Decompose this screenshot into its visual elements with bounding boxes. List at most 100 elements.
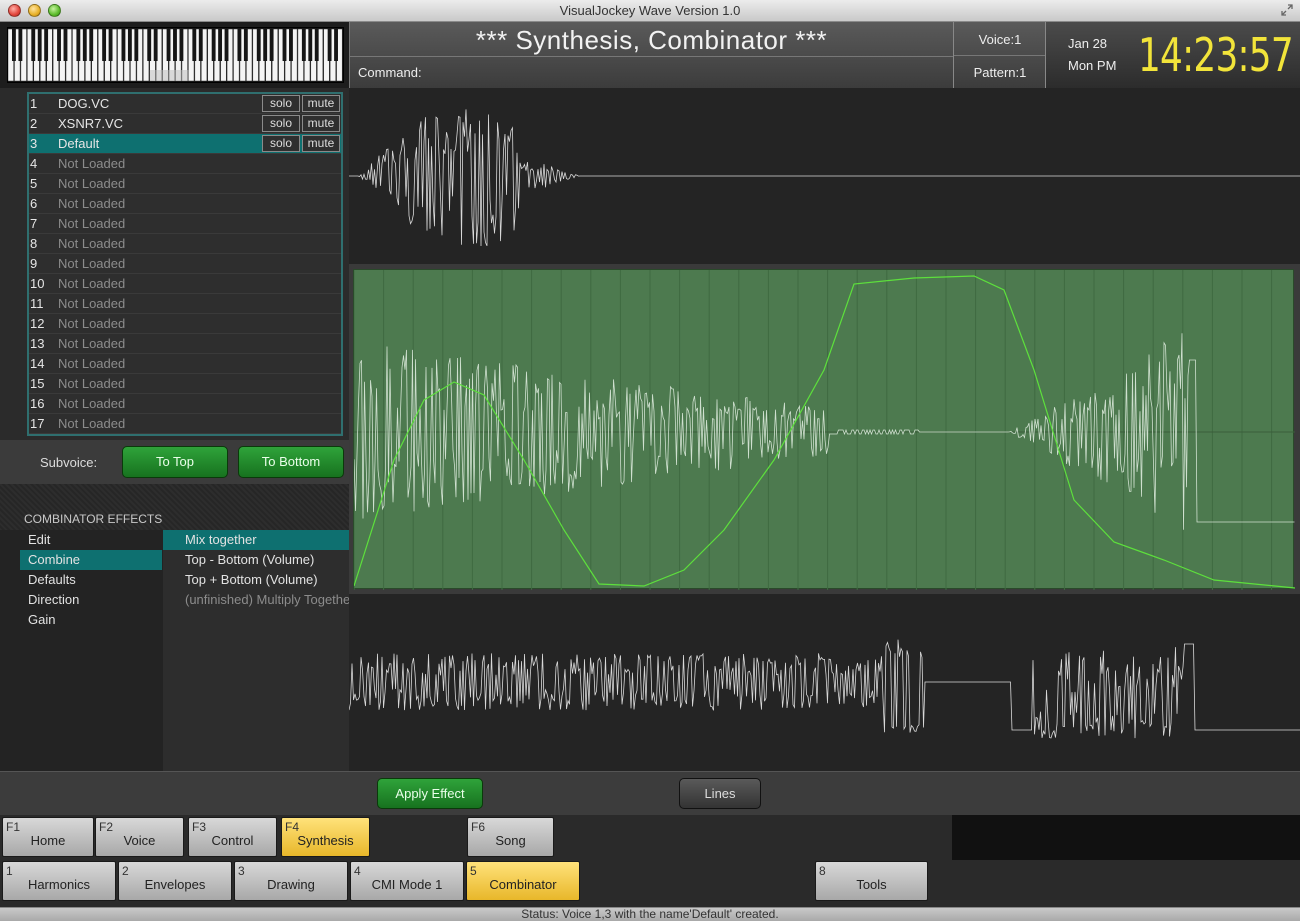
mute-button[interactable]: mute [302, 135, 340, 152]
black-key[interactable] [121, 29, 126, 61]
mute-button[interactable]: mute [302, 95, 340, 112]
voice-row[interactable]: 6 Not Loaded [29, 194, 341, 214]
voice-row[interactable]: 9 Not Loaded [29, 254, 341, 274]
sub-key-harmonics[interactable]: 1 Harmonics [2, 861, 116, 901]
black-key[interactable] [89, 29, 94, 61]
solo-button[interactable]: solo [262, 135, 300, 152]
black-key[interactable] [37, 29, 42, 61]
command-line[interactable]: Command: [350, 56, 954, 88]
voice-row[interactable]: 17 Not Loaded [29, 414, 341, 434]
black-key[interactable] [334, 29, 338, 61]
voice-name: Not Loaded [58, 296, 126, 311]
sub-key-envelopes[interactable]: 2 Envelopes [118, 861, 232, 901]
sub-key-combinator[interactable]: 5 Combinator [466, 861, 580, 901]
top-waveform[interactable] [349, 88, 1300, 264]
black-key[interactable] [179, 29, 184, 61]
voice-row[interactable]: 2 XSNR7.VC solo mute [29, 114, 341, 134]
voice-row[interactable]: 5 Not Loaded [29, 174, 341, 194]
voice-row[interactable]: 10 Not Loaded [29, 274, 341, 294]
black-key[interactable] [282, 29, 287, 61]
black-key[interactable] [57, 29, 61, 61]
black-key[interactable] [108, 29, 113, 61]
black-key[interactable] [11, 29, 16, 61]
function-key-control[interactable]: F3 Control [188, 817, 277, 857]
voice-row[interactable]: 13 Not Loaded [29, 334, 341, 354]
black-key[interactable] [63, 29, 68, 61]
effect-category-item[interactable]: Edit [20, 530, 162, 550]
black-key[interactable] [243, 29, 248, 61]
black-key[interactable] [192, 29, 197, 61]
voice-row[interactable]: 3 Default solo mute [29, 134, 341, 154]
function-key-home[interactable]: F1 Home [2, 817, 94, 857]
voice-number: 5 [30, 176, 38, 191]
black-key[interactable] [166, 29, 171, 61]
black-key[interactable] [31, 29, 36, 61]
black-key[interactable] [173, 29, 177, 61]
voice-row[interactable]: 4 Not Loaded [29, 154, 341, 174]
black-key[interactable] [327, 29, 332, 61]
effect-category-item[interactable]: Combine [20, 550, 162, 570]
voice-row[interactable]: 15 Not Loaded [29, 374, 341, 394]
black-key[interactable] [82, 29, 87, 61]
voice-row[interactable]: 11 Not Loaded [29, 294, 341, 314]
to-bottom-button[interactable]: To Bottom [238, 446, 344, 478]
black-key[interactable] [76, 29, 81, 61]
sub-key-drawing[interactable]: 3 Drawing [234, 861, 348, 901]
voice-row[interactable]: 8 Not Loaded [29, 234, 341, 254]
result-waveform[interactable] [349, 264, 1300, 594]
black-key[interactable] [256, 29, 261, 61]
date-label: Jan 28 [1068, 36, 1108, 51]
black-key[interactable] [289, 29, 293, 61]
mute-button[interactable]: mute [302, 115, 340, 132]
sub-key-cmi-mode-1[interactable]: 4 CMI Mode 1 [350, 861, 464, 901]
solo-button[interactable]: solo [262, 95, 300, 112]
black-key[interactable] [237, 29, 242, 61]
black-key[interactable] [134, 29, 139, 61]
effect-option-item[interactable]: Mix together [163, 530, 349, 550]
black-key[interactable] [301, 29, 306, 61]
black-key[interactable] [211, 29, 216, 61]
function-key-synthesis[interactable]: F4 Synthesis [281, 817, 370, 857]
lines-button[interactable]: Lines [679, 778, 761, 809]
voice-name: XSNR7.VC [58, 116, 124, 131]
solo-button[interactable]: solo [262, 115, 300, 132]
voice-row[interactable]: 7 Not Loaded [29, 214, 341, 234]
black-key[interactable] [263, 29, 268, 61]
voice-name: Not Loaded [58, 396, 126, 411]
command-label: Command: [358, 65, 422, 80]
voice-row[interactable]: 14 Not Loaded [29, 354, 341, 374]
piano-keyboard[interactable] [7, 27, 344, 83]
black-key[interactable] [44, 29, 49, 61]
effect-category-item[interactable]: Defaults [20, 570, 162, 590]
black-key[interactable] [198, 29, 203, 61]
fullscreen-icon[interactable] [1280, 3, 1294, 17]
black-key[interactable] [314, 29, 319, 61]
voice-name: Not Loaded [58, 376, 126, 391]
effect-option-item[interactable]: Top + Bottom (Volume) [163, 570, 349, 590]
to-top-button[interactable]: To Top [122, 446, 228, 478]
black-key[interactable] [218, 29, 223, 61]
voice-row[interactable]: 1 DOG.VC solo mute [29, 94, 341, 114]
black-key[interactable] [18, 29, 23, 61]
black-key[interactable] [153, 29, 158, 61]
voice-row[interactable]: 12 Not Loaded [29, 314, 341, 334]
effect-option-item[interactable]: Top - Bottom (Volume) [163, 550, 349, 570]
apply-effect-button[interactable]: Apply Effect [377, 778, 483, 809]
black-key[interactable] [127, 29, 132, 61]
left-panel: 1 DOG.VC solo mute 2 XSNR7.VC solo mute 3 Default… [0, 88, 349, 771]
black-key[interactable] [224, 29, 229, 61]
black-key[interactable] [308, 29, 313, 61]
effect-category-item[interactable]: Direction [20, 590, 162, 610]
function-key-song[interactable]: F6 Song [467, 817, 554, 857]
piano-keys[interactable] [8, 28, 343, 82]
voice-row[interactable]: 16 Not Loaded [29, 394, 341, 414]
effect-category-item[interactable]: Gain [20, 610, 162, 630]
black-key[interactable] [102, 29, 107, 61]
sub-key-tools[interactable]: 8 Tools [815, 861, 928, 901]
effect-option-item[interactable]: (unfinished) Multiply Together [163, 590, 349, 610]
result-waveform-area[interactable] [353, 269, 1296, 590]
function-key-voice[interactable]: F2 Voice [95, 817, 184, 857]
black-key[interactable] [269, 29, 274, 61]
black-key[interactable] [147, 29, 152, 61]
bottom-waveform[interactable] [348, 594, 1300, 771]
